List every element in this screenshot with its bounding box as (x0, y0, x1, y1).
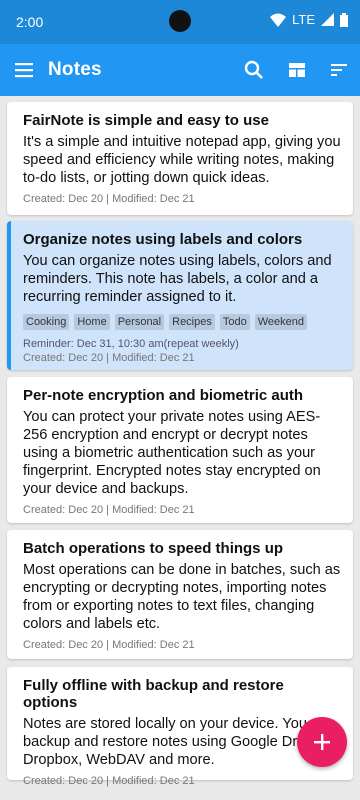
status-icons: LTE (270, 12, 348, 27)
label-chip: Cooking (23, 314, 70, 330)
sort-icon[interactable] (327, 58, 351, 82)
add-icon (314, 734, 330, 750)
note-card[interactable]: FairNote is simple and easy to use It's … (7, 102, 353, 215)
note-reminder: Reminder: Dec 31, 10:30 am(repeat weekly… (23, 338, 239, 350)
hamburger-menu-icon[interactable] (14, 60, 34, 80)
note-title: Organize notes using labels and colors (23, 231, 303, 248)
label-chip: Weekend (254, 314, 308, 330)
note-labels: Cooking Home Personal Recipes Todo Weeke… (23, 314, 341, 330)
note-title: FairNote is simple and easy to use (23, 112, 269, 129)
add-note-button[interactable] (297, 717, 347, 767)
note-title: Fully offline with backup and restore op… (23, 677, 284, 711)
note-content: Most operations can be done in batches, … (23, 562, 341, 632)
note-title: Per-note encryption and biometric auth (23, 387, 304, 404)
note-content: You can protect your private notes using… (23, 409, 321, 497)
status-bar: 2:00 LTE (0, 0, 360, 44)
page-title: Notes (48, 59, 102, 80)
note-content: You can organize notes using labels, col… (23, 253, 332, 305)
note-content: It's a simple and intuitive notepad app,… (23, 134, 341, 186)
note-title: Batch operations to speed things up (23, 540, 284, 557)
note-card[interactable]: Batch operations to speed things up Most… (7, 530, 353, 659)
battery-icon (340, 12, 348, 27)
wifi-icon (270, 13, 287, 27)
label-chip: Todo (219, 314, 250, 330)
signal-icon (321, 13, 334, 26)
note-card[interactable]: Fully offline with backup and restore op… (7, 667, 353, 787)
note-dates: Created: Dec 20 | Modified: Dec 21 (23, 639, 195, 651)
label-chip: Recipes (169, 314, 215, 330)
note-dates: Created: Dec 20 | Modified: Dec 21 (23, 504, 195, 516)
note-dates: Created: Dec 20 | Modified: Dec 21 (23, 775, 195, 787)
notes-list[interactable]: FairNote is simple and easy to use It's … (0, 96, 360, 800)
camera-cutout (169, 10, 191, 32)
note-dates: Created: Dec 20 | Modified: Dec 21 (23, 352, 195, 364)
note-dates: Created: Dec 20 | Modified: Dec 21 (23, 193, 195, 205)
note-content: Notes are stored locally on your device.… (23, 716, 335, 768)
network-type: LTE (292, 12, 315, 27)
label-chip: Home (74, 314, 110, 330)
status-time: 2:00 (16, 14, 44, 30)
label-chip: Personal (114, 314, 165, 330)
app-bar: Notes (0, 44, 360, 96)
search-icon[interactable] (242, 58, 266, 82)
note-card[interactable]: Per-note encryption and biometric auth Y… (7, 377, 353, 523)
grid-layout-icon[interactable] (285, 58, 309, 82)
note-card-selected[interactable]: Organize notes using labels and colors Y… (7, 221, 353, 370)
